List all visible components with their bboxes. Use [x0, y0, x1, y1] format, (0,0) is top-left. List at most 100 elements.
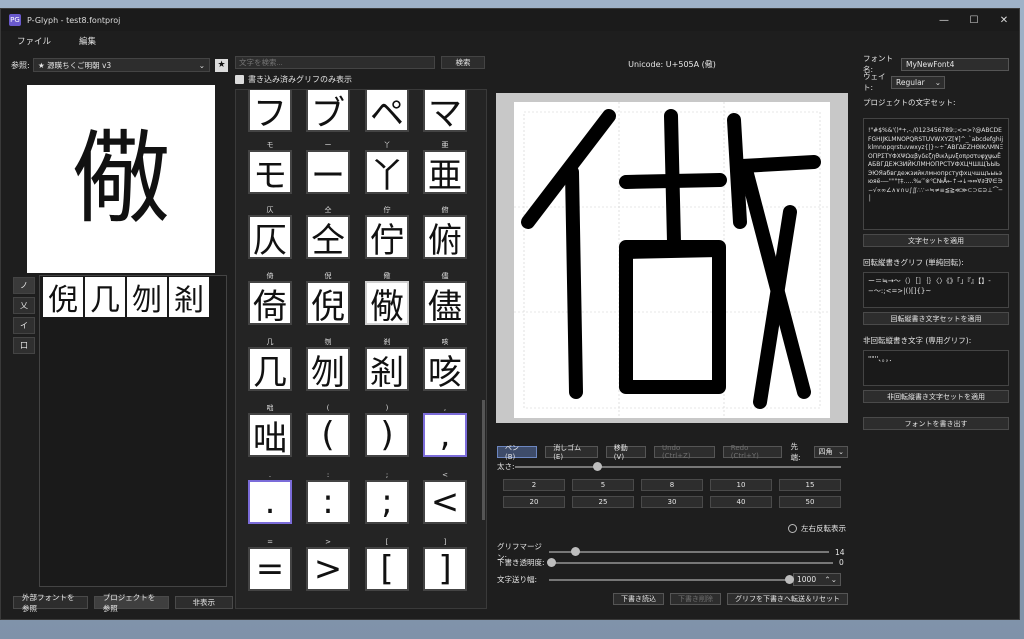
glyph-cell-preview[interactable]: :	[306, 480, 350, 524]
delete-draft-button[interactable]: 下書き削除	[670, 593, 721, 605]
glyph-grid-scrollbar[interactable]	[482, 400, 485, 520]
glyph-cell[interactable]: ブ	[304, 90, 352, 140]
glyph-cell-preview[interactable]: フ	[248, 90, 292, 134]
advance-slider[interactable]	[549, 574, 794, 584]
maximize-button[interactable]: ☐	[959, 9, 989, 31]
glyph-cell[interactable]: ,,	[421, 403, 469, 465]
menu-file[interactable]: ファイル	[17, 35, 51, 47]
glyph-cell-preview[interactable]: 剎	[365, 347, 409, 393]
mirror-checkbox[interactable]	[788, 524, 797, 533]
drawing-canvas[interactable]	[514, 102, 830, 418]
external-font-button[interactable]: 外部フォントを参照	[13, 593, 88, 613]
font-name-input[interactable]: MyNewFont4	[901, 57, 1009, 71]
glyph-cell[interactable]: ]]	[421, 537, 469, 599]
glyph-cell[interactable]: 佇佇	[363, 205, 411, 267]
glyph-cell-preview[interactable]: (	[306, 413, 350, 457]
apply-rotate-button[interactable]: 回転縦書き文字セットを適用	[863, 312, 1009, 325]
glyph-cell[interactable]: 儆儆	[363, 271, 411, 333]
size-button[interactable]: 25	[572, 496, 634, 508]
glyph-cell[interactable]: 儘儘	[421, 271, 469, 333]
pen-tool-button[interactable]: ペン (B)	[497, 444, 538, 461]
component-glyph[interactable]: 倪	[43, 277, 83, 318]
glyph-cell-preview[interactable]: ブ	[306, 90, 350, 134]
glyph-cell-preview[interactable]: 亜	[423, 150, 467, 196]
menu-edit[interactable]: 編集	[79, 35, 96, 47]
glyph-cell[interactable]: 倚倚	[246, 271, 294, 333]
glyph-cell-preview[interactable]: )	[365, 413, 409, 457]
opacity-slider-thumb[interactable]	[547, 557, 556, 567]
advance-slider-thumb[interactable]	[785, 574, 794, 584]
component-tab-1[interactable]: ノ	[13, 277, 35, 294]
search-input[interactable]	[235, 55, 435, 69]
glyph-cell-preview[interactable]: 儆	[365, 281, 409, 327]
glyph-cell[interactable]: 咳咳	[421, 337, 469, 399]
glyph-cell[interactable]: 仄仄	[246, 205, 294, 267]
redo-button[interactable]: Redo (Ctrl+Y)	[722, 444, 783, 460]
size-button[interactable]: 10	[710, 479, 772, 491]
size-button[interactable]: 8	[641, 479, 703, 491]
glyph-cell-preview[interactable]: 咄	[248, 413, 292, 459]
glyph-cell-preview[interactable]: 佇	[365, 215, 409, 261]
glyph-cell-preview[interactable]: ー	[306, 150, 350, 196]
glyph-cell-preview[interactable]: ペ	[365, 90, 409, 134]
size-button[interactable]: 20	[503, 496, 565, 508]
transfer-to-draft-button[interactable]: グリフを下書きへ転送＆リセット	[727, 593, 848, 605]
thickness-slider-thumb[interactable]	[593, 461, 602, 471]
thickness-slider[interactable]	[515, 461, 841, 471]
advance-spinbox[interactable]: 1000 ⌃⌄	[793, 573, 841, 586]
apply-charset-button[interactable]: 文字セットを適用	[863, 234, 1009, 247]
component-tab-2[interactable]: 乂	[13, 297, 35, 314]
glyph-cell[interactable]: モモ	[246, 140, 294, 202]
project-reference-button[interactable]: プロジェクトを参照	[93, 593, 169, 613]
tip-select[interactable]: 四角 ⌄	[814, 446, 848, 458]
glyph-cell[interactable]: [[	[363, 537, 411, 599]
glyph-cell-preview[interactable]: .	[248, 480, 292, 524]
glyph-cell-preview[interactable]: 丫	[365, 150, 409, 196]
weight-select[interactable]: Regular ⌄	[891, 75, 945, 89]
component-tab-4[interactable]: 口	[13, 337, 35, 354]
glyph-cell-preview[interactable]: <	[423, 480, 467, 524]
close-button[interactable]: ✕	[989, 9, 1019, 31]
margin-slider-thumb[interactable]	[571, 547, 580, 556]
glyph-cell[interactable]: 仝仝	[304, 205, 352, 267]
glyph-cell[interactable]: > >	[304, 537, 352, 599]
glyph-cell[interactable]: フ	[246, 90, 294, 140]
component-tab-3[interactable]: イ	[13, 317, 35, 334]
glyph-cell-preview[interactable]: 仄	[248, 215, 292, 261]
glyph-cell[interactable]: 几几	[246, 337, 294, 399]
glyph-cell-preview[interactable]: =	[248, 547, 292, 591]
hide-reference-button[interactable]: 非表示	[174, 596, 233, 609]
glyph-cell[interactable]: 亜亜	[421, 140, 469, 202]
glyph-cell[interactable]: 咄咄	[246, 403, 294, 465]
eraser-tool-button[interactable]: 消しゴム (E)	[545, 444, 598, 461]
glyph-cell-preview[interactable]: 俯	[423, 215, 467, 261]
size-button[interactable]: 50	[779, 496, 841, 508]
apply-nonrotate-button[interactable]: 非回転縦書き文字セットを適用	[863, 390, 1009, 403]
component-glyph[interactable]: 刎	[127, 277, 167, 318]
undo-button[interactable]: Undo (Ctrl+Z)	[653, 444, 715, 460]
export-font-button[interactable]: フォントを書き出す	[863, 417, 1009, 430]
glyph-cell-preview[interactable]: ]	[423, 547, 467, 591]
glyph-cell-preview[interactable]: 儘	[423, 281, 467, 327]
move-tool-button[interactable]: 移動 (V)	[605, 444, 646, 461]
glyph-cell-preview[interactable]: ,	[423, 413, 467, 457]
glyph-cell-preview[interactable]: 倪	[306, 281, 350, 327]
glyph-cell-preview[interactable]: モ	[248, 150, 292, 196]
search-button[interactable]: 検索	[441, 55, 485, 69]
glyph-cell-preview[interactable]: [	[365, 547, 409, 591]
glyph-cell-preview[interactable]: >	[306, 547, 350, 591]
load-draft-button[interactable]: 下書き読込	[613, 593, 664, 605]
glyph-cell[interactable]: ペ	[363, 90, 411, 140]
glyph-cell[interactable]: 俯俯	[421, 205, 469, 267]
favorite-star-button[interactable]: ★	[215, 58, 228, 72]
glyph-cell[interactable]: ))	[363, 403, 411, 465]
size-button[interactable]: 2	[503, 479, 565, 491]
nonrotate-textbox[interactable]: ""''、。，．	[863, 350, 1009, 386]
glyph-cell-preview[interactable]: マ	[423, 90, 467, 134]
glyph-cell[interactable]: ーー	[304, 140, 352, 202]
glyph-cell[interactable]: 剎剎	[363, 337, 411, 399]
glyph-cell-preview[interactable]: 几	[248, 347, 292, 393]
glyph-cell-preview[interactable]: ;	[365, 480, 409, 524]
rotate-textbox[interactable]: ー＝≒→〜（）［］｛｝〈〉《》「」『』【】‐−～:;<=>|()[]{}~	[863, 272, 1009, 308]
glyph-cell[interactable]: ..	[246, 470, 294, 532]
